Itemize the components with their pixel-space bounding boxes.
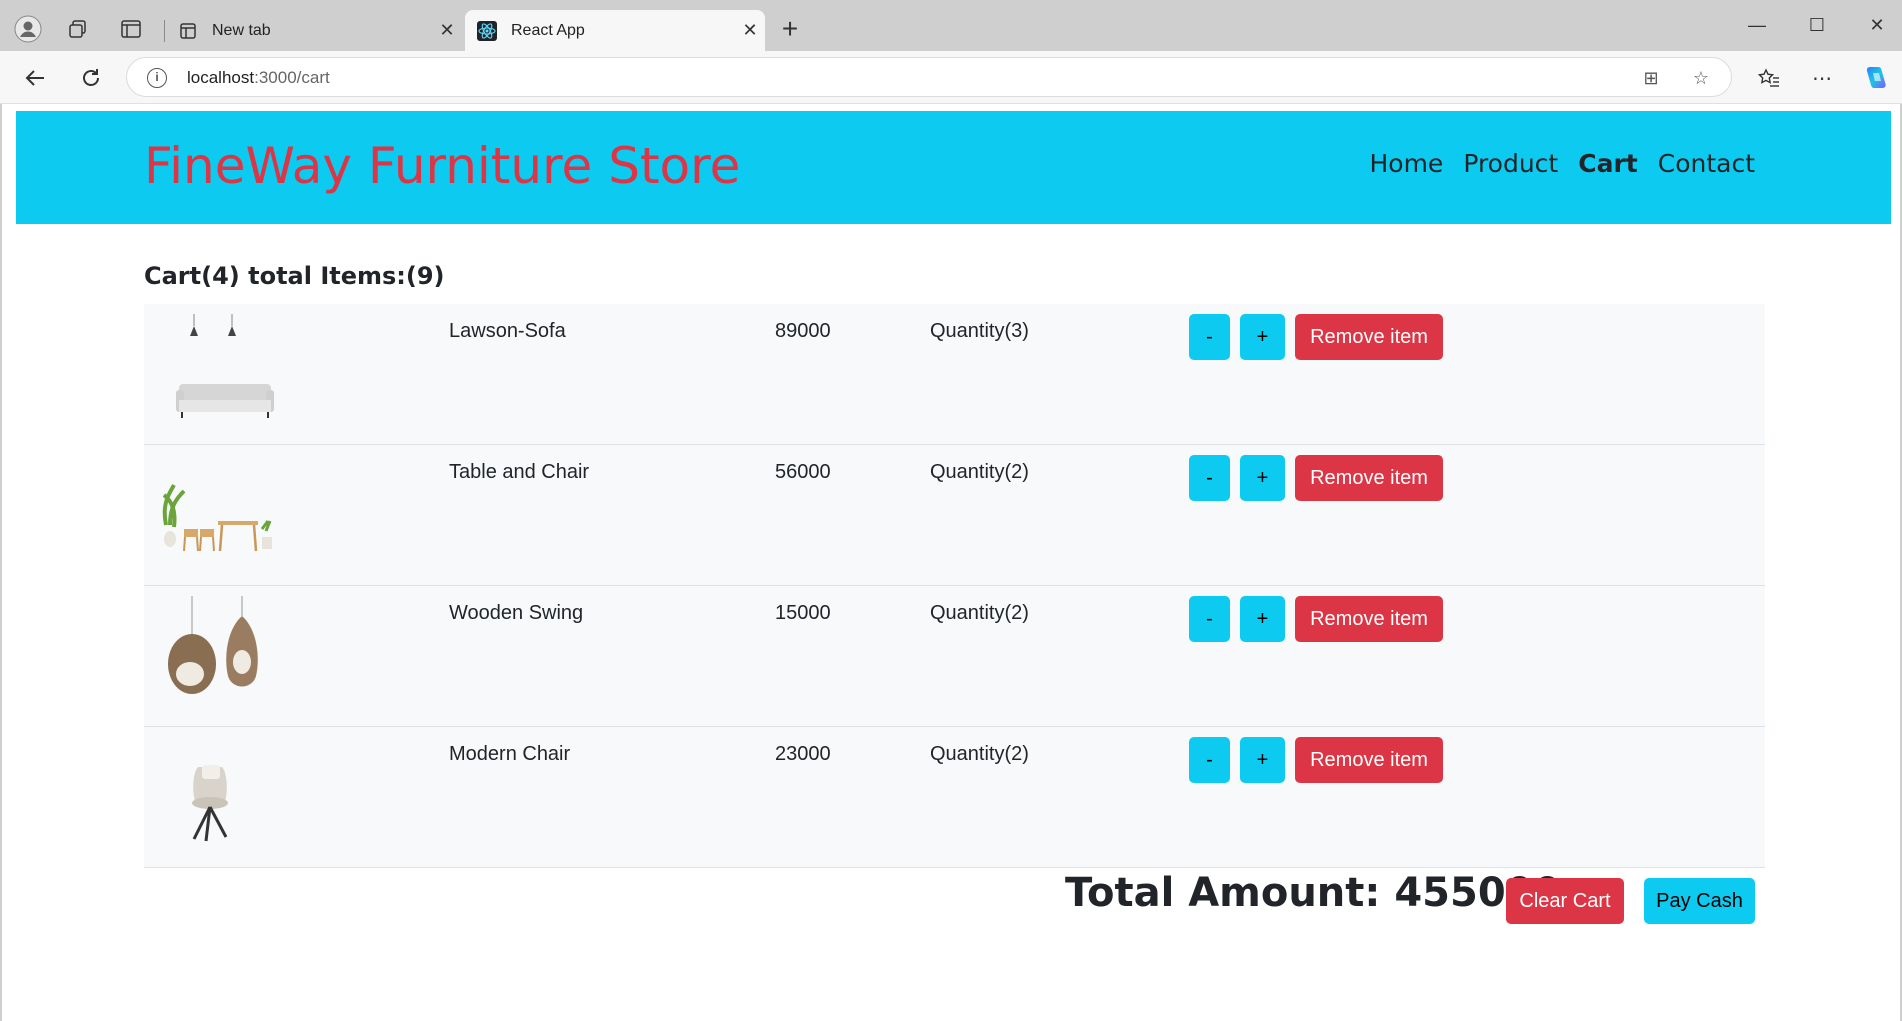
remove-item-button[interactable]: Remove item (1295, 455, 1443, 501)
increase-quantity-button[interactable]: + (1240, 596, 1285, 642)
url-host: localhost (187, 68, 255, 87)
item-price: 15000 (775, 602, 831, 624)
nav-home[interactable]: Home (1369, 149, 1443, 178)
cart-row: Table and Chair 56000 Quantity(2) - + Re… (144, 445, 1765, 586)
main-nav: Home Product Cart Contact (1369, 149, 1755, 178)
tab-react-app[interactable]: React App ✕ (465, 10, 765, 51)
item-quantity: Quantity(3) (930, 320, 1029, 342)
cart-row: Lawson-Sofa 89000 Quantity(3) - + Remove… (144, 304, 1765, 445)
remove-item-button[interactable]: Remove item (1295, 314, 1443, 360)
nav-product[interactable]: Product (1463, 149, 1558, 178)
total-amount: Total Amount: 455000 (1065, 870, 1562, 916)
new-tab-page-icon (178, 21, 198, 41)
close-window-icon[interactable]: ✕ (1852, 10, 1902, 40)
browser-tab-bar: New tab ✕ React App ✕ + — ☐ ✕ (0, 0, 1902, 51)
nav-contact[interactable]: Contact (1658, 149, 1755, 178)
item-price: 56000 (775, 461, 831, 483)
workspaces-icon[interactable] (62, 13, 94, 45)
tab-title: New tab (212, 21, 271, 39)
remove-item-button[interactable]: Remove item (1295, 737, 1443, 783)
url-path: :3000/cart (254, 68, 330, 87)
copilot-icon[interactable] (1858, 61, 1892, 95)
increase-quantity-button[interactable]: + (1240, 455, 1285, 501)
cart-row: Wooden Swing 15000 Quantity(2) - + Remov… (144, 586, 1765, 727)
remove-item-button[interactable]: Remove item (1295, 596, 1443, 642)
favorite-star-icon[interactable]: ☆ (1689, 66, 1713, 90)
sofa-image (154, 314, 284, 435)
profile-icon[interactable] (12, 13, 44, 45)
new-tab-button[interactable]: + (774, 14, 806, 46)
wooden-swing-image (154, 596, 284, 717)
close-tab-icon[interactable]: ✕ (735, 20, 765, 41)
clear-cart-button[interactable]: Clear Cart (1506, 878, 1624, 924)
close-tab-icon[interactable]: ✕ (432, 20, 462, 41)
item-name: Modern Chair (449, 743, 571, 765)
minimize-icon[interactable]: — (1732, 10, 1782, 40)
react-logo-icon (477, 20, 497, 41)
more-options-icon[interactable]: ⋯ (1805, 61, 1839, 95)
modern-chair-image (154, 737, 284, 858)
maximize-icon[interactable]: ☐ (1792, 10, 1842, 40)
cart-row: Modern Chair 23000 Quantity(2) - + Remov… (144, 727, 1765, 868)
item-price: 89000 (775, 320, 831, 342)
item-name: Wooden Swing (449, 602, 584, 624)
increase-quantity-button[interactable]: + (1240, 737, 1285, 783)
tab-title: React App (511, 21, 585, 39)
decrease-quantity-button[interactable]: - (1189, 455, 1230, 501)
refresh-icon[interactable] (74, 61, 108, 95)
decrease-quantity-button[interactable]: - (1189, 314, 1230, 360)
tab-separator (164, 20, 165, 42)
cart-list: Lawson-Sofa 89000 Quantity(3) - + Remove… (144, 304, 1765, 868)
decrease-quantity-button[interactable]: - (1189, 596, 1230, 642)
browser-toolbar: i localhost:3000/cart ⊞ ☆ ⋯ (0, 51, 1902, 104)
item-price: 23000 (775, 743, 831, 765)
brand-title[interactable]: FineWay Furniture Store (144, 137, 740, 195)
increase-quantity-button[interactable]: + (1240, 314, 1285, 360)
page-viewport: FineWay Furniture Store Home Product Car… (0, 104, 1902, 1021)
back-icon[interactable] (18, 61, 52, 95)
site-info-icon[interactable]: i (147, 68, 167, 88)
item-name: Lawson-Sofa (449, 320, 566, 342)
decrease-quantity-button[interactable]: - (1189, 737, 1230, 783)
item-quantity: Quantity(2) (930, 743, 1029, 765)
table-and-chair-image (154, 455, 284, 576)
app-available-icon[interactable]: ⊞ (1639, 66, 1663, 90)
item-quantity: Quantity(2) (930, 461, 1029, 483)
nav-cart[interactable]: Cart (1578, 149, 1638, 178)
site-header: FineWay Furniture Store Home Product Car… (16, 111, 1891, 224)
cart-heading: Cart(4) total Items:(9) (144, 262, 445, 290)
url-text[interactable]: localhost:3000/cart (187, 68, 330, 88)
pay-cash-button[interactable]: Pay Cash (1644, 878, 1755, 924)
vertical-tabs-icon[interactable] (115, 13, 147, 45)
item-name: Table and Chair (449, 461, 590, 483)
tab-new-tab[interactable]: New tab ✕ (166, 10, 462, 51)
address-bar[interactable]: i localhost:3000/cart ⊞ ☆ (126, 57, 1732, 97)
favorites-icon[interactable] (1752, 61, 1786, 95)
item-quantity: Quantity(2) (930, 602, 1029, 624)
